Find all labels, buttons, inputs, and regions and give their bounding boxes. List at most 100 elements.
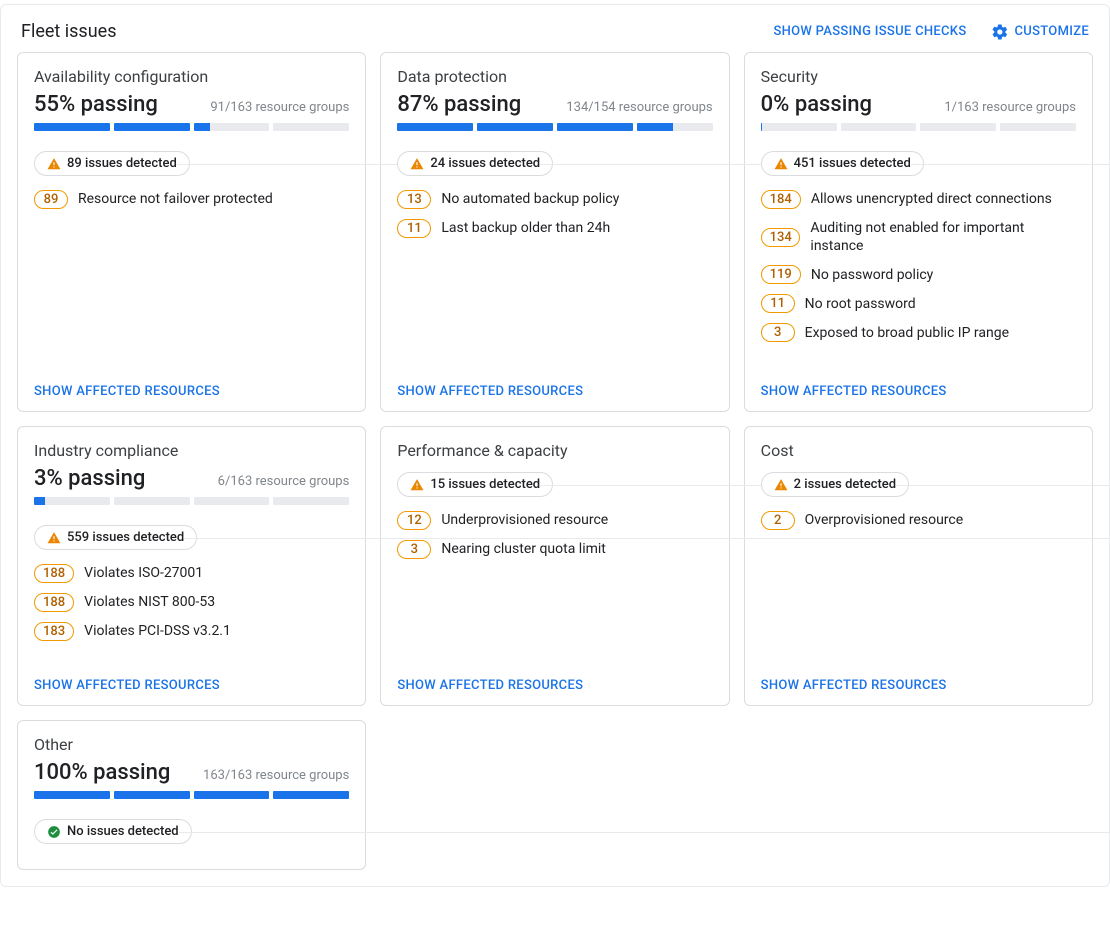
resource-sub: 91/163 resource groups bbox=[210, 100, 349, 115]
issue-count: 184 bbox=[761, 190, 801, 209]
chip-text: 24 issues detected bbox=[430, 156, 540, 171]
issue-text: Overprovisioned resource bbox=[805, 511, 964, 529]
show-affected-resources-link[interactable]: SHOW AFFECTED RESOURCES bbox=[761, 384, 947, 399]
warning-icon bbox=[774, 478, 788, 492]
issue-item[interactable]: 3Exposed to broad public IP range bbox=[761, 323, 1076, 342]
progress-segment bbox=[761, 123, 837, 131]
fleet-issues-panel: Fleet issues SHOW PASSING ISSUE CHECKS C… bbox=[0, 4, 1110, 887]
issues-list: 188Violates ISO-27001 188Violates NIST 80… bbox=[34, 564, 349, 641]
issue-item[interactable]: 11 No root password bbox=[761, 294, 1076, 313]
progress-segment bbox=[194, 497, 270, 505]
issues-chip-frame: 2 issues detected bbox=[761, 472, 1076, 497]
issue-item[interactable]: 183Violates PCI-DSS v3.2.1 bbox=[34, 622, 349, 641]
stat-row: 87% passing 134/154 resource groups bbox=[397, 92, 712, 117]
issue-item[interactable]: 134Auditing not enabled for important in… bbox=[761, 219, 1076, 255]
issue-item[interactable]: 3Nearing cluster quota limit bbox=[397, 540, 712, 559]
issue-count: 188 bbox=[34, 564, 74, 583]
issues-chip-frame: 451 issues detected bbox=[761, 151, 1076, 176]
warning-icon bbox=[47, 531, 61, 545]
issues-chip: 89 issues detected bbox=[34, 151, 190, 176]
issue-text: Resource not failover protected bbox=[78, 190, 273, 208]
progress-segment bbox=[477, 123, 553, 131]
card-title: Cost bbox=[761, 441, 1076, 460]
issue-item[interactable]: 184 Allows unencrypted direct connections bbox=[761, 190, 1076, 209]
progress-bar bbox=[397, 123, 712, 131]
issue-text: Last backup older than 24h bbox=[441, 219, 610, 237]
warning-icon bbox=[47, 157, 61, 171]
issue-count: 183 bbox=[34, 622, 74, 641]
show-affected-resources-link[interactable]: SHOW AFFECTED RESOURCES bbox=[397, 384, 583, 399]
stat-row: 3% passing 6/163 resource groups bbox=[34, 466, 349, 491]
issues-list: 12Underprovisioned resource 3Nearing clus… bbox=[397, 511, 712, 559]
progress-segment bbox=[194, 123, 270, 131]
check-circle-icon bbox=[47, 825, 61, 839]
progress-segment bbox=[34, 123, 110, 131]
issues-list: 13No automated backup policy 11 Last backu… bbox=[397, 190, 712, 238]
card-industry-compliance: Industry compliance 3% passing 6/163 res… bbox=[17, 426, 366, 706]
page-title: Fleet issues bbox=[21, 21, 116, 42]
show-passing-issue-checks-button[interactable]: SHOW PASSING ISSUE CHECKS bbox=[773, 24, 966, 39]
show-affected-resources-link[interactable]: SHOW AFFECTED RESOURCES bbox=[34, 678, 220, 693]
progress-segment bbox=[637, 123, 713, 131]
issue-count: 11 bbox=[761, 294, 795, 313]
show-affected-resources-link[interactable]: SHOW AFFECTED RESOURCES bbox=[761, 678, 947, 693]
progress-segment bbox=[1000, 123, 1076, 131]
header-actions: SHOW PASSING ISSUE CHECKS CUSTOMIZE bbox=[773, 23, 1089, 41]
progress-segment bbox=[273, 123, 349, 131]
stat-row: 55% passing 91/163 resource groups bbox=[34, 92, 349, 117]
issues-chip: 451 issues detected bbox=[761, 151, 924, 176]
customize-label: CUSTOMIZE bbox=[1015, 24, 1090, 39]
stat-row: 0% passing 1/163 resource groups bbox=[761, 92, 1076, 117]
progress-bar bbox=[34, 497, 349, 505]
progress-segment bbox=[273, 497, 349, 505]
show-affected-resources-link[interactable]: SHOW AFFECTED RESOURCES bbox=[397, 678, 583, 693]
issue-text: Allows unencrypted direct connections bbox=[811, 190, 1052, 208]
issue-item[interactable]: 188Violates NIST 800-53 bbox=[34, 593, 349, 612]
issue-item[interactable]: 119No password policy bbox=[761, 265, 1076, 284]
issues-chip-frame: 15 issues detected bbox=[397, 472, 712, 497]
issue-item[interactable]: 188Violates ISO-27001 bbox=[34, 564, 349, 583]
issue-item[interactable]: 13No automated backup policy bbox=[397, 190, 712, 209]
issue-count: 119 bbox=[761, 265, 801, 284]
issue-count: 134 bbox=[761, 228, 801, 247]
issues-list: 184 Allows unencrypted direct connections… bbox=[761, 190, 1076, 342]
passing-stat: 0% passing bbox=[761, 92, 872, 117]
progress-bar bbox=[761, 123, 1076, 131]
progress-segment bbox=[557, 123, 633, 131]
issue-count: 13 bbox=[397, 190, 431, 209]
card-title: Data protection bbox=[397, 67, 712, 86]
issues-chip-frame: 89 issues detected bbox=[34, 151, 349, 176]
issue-count: 89 bbox=[34, 190, 68, 209]
stat-row: 100% passing 163/163 resource groups bbox=[34, 760, 349, 785]
progress-segment bbox=[273, 791, 349, 799]
issues-chip-frame: No issues detected bbox=[34, 819, 349, 844]
progress-segment bbox=[114, 123, 190, 131]
progress-segment bbox=[841, 123, 917, 131]
gear-icon bbox=[991, 23, 1009, 41]
issue-item[interactable]: 11 Last backup older than 24h bbox=[397, 219, 712, 238]
issue-item[interactable]: 2 Overprovisioned resource bbox=[761, 511, 1076, 530]
customize-button[interactable]: CUSTOMIZE bbox=[991, 23, 1090, 41]
issue-text: Nearing cluster quota limit bbox=[441, 540, 606, 558]
issue-count: 2 bbox=[761, 511, 795, 530]
resource-sub: 1/163 resource groups bbox=[944, 100, 1076, 115]
passing-stat: 87% passing bbox=[397, 92, 521, 117]
issue-count: 11 bbox=[397, 219, 431, 238]
issues-chip: 15 issues detected bbox=[397, 472, 553, 497]
header: Fleet issues SHOW PASSING ISSUE CHECKS C… bbox=[17, 17, 1093, 52]
issues-chip: No issues detected bbox=[34, 819, 192, 844]
show-affected-resources-link[interactable]: SHOW AFFECTED RESOURCES bbox=[34, 384, 220, 399]
progress-segment bbox=[397, 123, 473, 131]
issue-text: No root password bbox=[805, 295, 916, 313]
issue-text: Exposed to broad public IP range bbox=[805, 324, 1009, 342]
progress-bar bbox=[34, 791, 349, 799]
passing-stat: 3% passing bbox=[34, 466, 145, 491]
cards-grid: Availability configuration 55% passing 9… bbox=[17, 52, 1093, 870]
card-security: Security 0% passing 1/163 resource group… bbox=[744, 52, 1093, 412]
issue-item[interactable]: 89 Resource not failover protected bbox=[34, 190, 349, 209]
issues-chip: 2 issues detected bbox=[761, 472, 909, 497]
card-title: Industry compliance bbox=[34, 441, 349, 460]
progress-segment bbox=[194, 791, 270, 799]
warning-icon bbox=[410, 157, 424, 171]
issue-item[interactable]: 12Underprovisioned resource bbox=[397, 511, 712, 530]
